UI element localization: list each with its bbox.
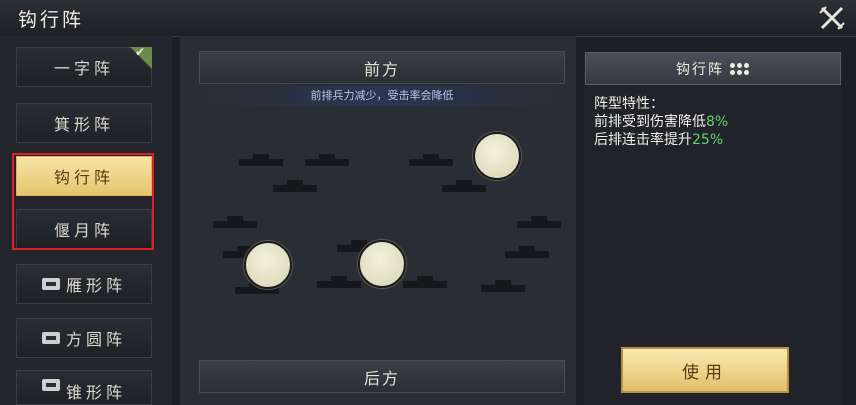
trait-2-value: 25% xyxy=(692,132,724,148)
lock-icon xyxy=(41,278,60,290)
trait-line-2: 后排连击率提升25% xyxy=(594,131,728,149)
formation-item-yizi[interactable]: 一字阵 ✔ xyxy=(16,45,152,87)
formation-label: 钩行阵 xyxy=(53,168,114,187)
front-banner: 前方 xyxy=(199,51,565,84)
formation-label: 一字阵 xyxy=(53,59,114,78)
formation-label: 箕形阵 xyxy=(53,115,114,134)
formation-item-gouxing[interactable]: 钩行阵 xyxy=(16,156,152,196)
formation-item-yanxing[interactable]: 雁形阵 xyxy=(16,264,152,304)
use-button[interactable]: 使用 xyxy=(621,347,789,393)
close-button[interactable] xyxy=(818,5,846,31)
detail-title-bar: 钩行阵 xyxy=(585,52,841,85)
back-banner: 后方 xyxy=(199,360,565,393)
close-icon xyxy=(819,6,845,30)
formation-item-fangyuan[interactable]: 方圆阵 xyxy=(16,318,152,358)
formation-item-yanyue[interactable]: 偃月阵 xyxy=(16,209,152,249)
empty-slot xyxy=(409,154,453,166)
empty-slot xyxy=(481,280,525,292)
unit-token[interactable] xyxy=(473,132,521,180)
empty-slot xyxy=(305,154,349,166)
empty-slot xyxy=(317,276,361,288)
trait-1-text: 前排受到伤害降低 xyxy=(594,114,706,130)
empty-slot xyxy=(505,246,549,258)
empty-slot xyxy=(273,180,317,192)
front-note: 前排兵力减少，受击率会降低 xyxy=(199,86,565,106)
formation-grid xyxy=(199,112,565,352)
lock-icon xyxy=(41,379,60,391)
formation-label: 锥形阵 xyxy=(65,383,126,402)
formation-item-zhuixing[interactable]: 锥形阵 xyxy=(16,370,152,405)
formation-label: 雁形阵 xyxy=(65,276,126,295)
front-label: 前方 xyxy=(363,59,400,79)
check-icon: ✔ xyxy=(134,45,149,59)
trait-2-text: 后排连击率提升 xyxy=(594,132,692,148)
empty-slot xyxy=(403,276,447,288)
trait-1-value: 8% xyxy=(706,114,729,130)
detail-title: 钩行阵 xyxy=(676,61,724,78)
title-bar: 钩行阵 xyxy=(0,0,856,37)
formation-label: 方圆阵 xyxy=(65,330,126,349)
formation-traits: 阵型特性： 前排受到伤害降低8% 后排连击率提升25% xyxy=(594,95,728,149)
traits-heading: 阵型特性： xyxy=(594,96,664,112)
formation-label: 偃月阵 xyxy=(53,221,114,240)
empty-slot xyxy=(239,154,283,166)
window-title: 钩行阵 xyxy=(18,9,85,31)
empty-slot xyxy=(213,216,257,228)
use-button-label: 使用 xyxy=(682,362,728,383)
empty-slot xyxy=(517,216,561,228)
unit-token[interactable] xyxy=(244,241,292,289)
formation-dots-icon xyxy=(730,62,750,75)
trait-line-1: 前排受到伤害降低8% xyxy=(594,113,728,131)
unit-token[interactable] xyxy=(358,240,406,288)
lock-icon xyxy=(41,332,60,344)
back-label: 后方 xyxy=(363,368,400,388)
formation-item-jixing[interactable]: 箕形阵 xyxy=(16,103,152,143)
empty-slot xyxy=(442,180,486,192)
